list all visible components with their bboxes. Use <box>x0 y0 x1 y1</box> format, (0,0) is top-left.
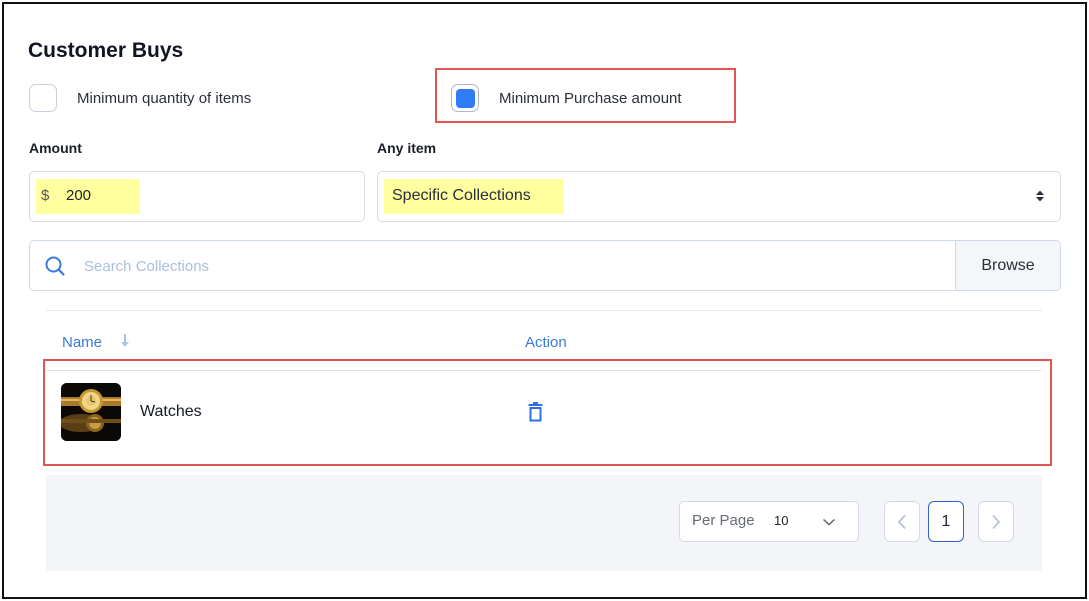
min-quantity-checkbox[interactable] <box>29 84 57 112</box>
min-quantity-option[interactable]: Minimum quantity of items <box>29 84 251 112</box>
collection-name: Watches <box>140 403 202 420</box>
search-input[interactable] <box>84 253 944 279</box>
next-page-button[interactable] <box>978 501 1014 542</box>
amount-label: Amount <box>29 140 82 156</box>
chevron-left-icon <box>897 514 906 529</box>
trash-icon[interactable] <box>527 402 544 422</box>
per-page-label: Per Page <box>692 512 755 529</box>
min-purchase-checkbox[interactable] <box>451 84 479 112</box>
min-quantity-label: Minimum quantity of items <box>77 89 252 107</box>
amount-value: 200 <box>66 187 92 204</box>
gold-watches-image <box>61 383 121 441</box>
browse-button[interactable]: Browse <box>955 241 1060 290</box>
collection-thumbnail <box>61 383 121 441</box>
section-title: Customer Buys <box>28 39 184 62</box>
chevron-right-icon <box>992 514 1001 529</box>
search-icon <box>45 256 65 276</box>
select-arrows-icon <box>1036 190 1044 202</box>
any-item-label: Any item <box>377 140 437 156</box>
collection-search-bar: Browse <box>29 240 1061 291</box>
min-purchase-option[interactable]: Minimum Purchase amount <box>451 84 682 112</box>
column-header-action: Action <box>525 334 567 351</box>
page-1-button[interactable]: 1 <box>928 501 964 542</box>
currency-symbol: $ <box>41 187 50 204</box>
column-header-name[interactable]: Name <box>62 334 102 351</box>
min-purchase-label: Minimum Purchase amount <box>499 89 682 107</box>
per-page-select[interactable]: Per Page 10 <box>679 501 859 542</box>
item-scope-value: Specific Collections <box>392 187 531 204</box>
prev-page-button[interactable] <box>884 501 920 542</box>
per-page-value: 10 <box>774 513 789 528</box>
chevron-down-icon <box>822 518 836 526</box>
divider <box>46 310 1042 311</box>
sort-arrow-down-icon[interactable] <box>120 333 130 349</box>
